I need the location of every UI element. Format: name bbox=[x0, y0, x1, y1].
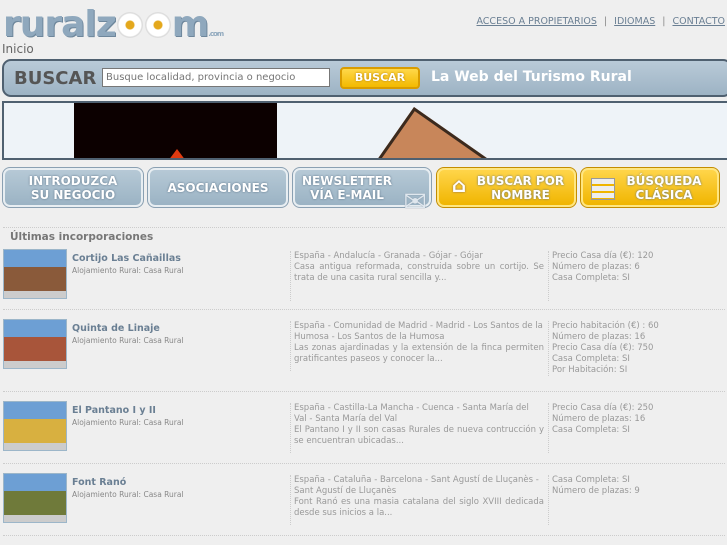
link-idiomas[interactable]: IDIOMAS bbox=[614, 16, 655, 27]
listing-detail: Número de plazas: 16 bbox=[552, 414, 646, 424]
listing-summary: Font Ranó es una masia catalana del sigl… bbox=[294, 497, 544, 518]
listing-description: España - Cataluña - Barcelona - Sant Agu… bbox=[290, 475, 544, 525]
list-icon bbox=[591, 178, 615, 200]
top-links: ACCESO A PROPIETARIOS | IDIOMAS | CONTACTO bbox=[476, 16, 725, 27]
asociaciones-button[interactable]: ASOCIACIONES bbox=[147, 167, 289, 208]
listing-title[interactable]: Cortijo Las Cañaillas bbox=[72, 253, 181, 264]
divider bbox=[3, 227, 725, 228]
daisy-icon bbox=[116, 12, 143, 38]
listing-details: Precio habitación (€) : 60 Número de plaz… bbox=[548, 321, 659, 376]
daisy-icon bbox=[144, 12, 171, 38]
listing-summary: Las zonas ajardinadas y la extensión de … bbox=[294, 343, 544, 364]
listing-type: Alojamiento Rural: Casa Rural bbox=[72, 336, 184, 345]
divider bbox=[3, 391, 725, 392]
listing-thumbnail[interactable] bbox=[3, 473, 67, 523]
button-label: ASOCIACIONES bbox=[167, 180, 269, 195]
listing-row: El Pantano I y II Alojamiento Rural: Cas… bbox=[0, 401, 727, 471]
divider bbox=[3, 309, 725, 310]
introduzca-negocio-button[interactable]: INTRODUZCA SU NEGOCIO bbox=[2, 167, 144, 208]
listing-location: España - Castilla-La Mancha - Cuenca - S… bbox=[294, 403, 529, 424]
listing-detail: Número de plazas: 9 bbox=[552, 486, 640, 496]
listing-description: España - Comunidad de Madrid - Madrid - … bbox=[290, 321, 544, 371]
link-acceso-propietarios[interactable]: ACCESO A PROPIETARIOS bbox=[476, 16, 596, 27]
listing-summary: El Pantano I y II son casas Rurales de n… bbox=[294, 425, 544, 446]
listing-thumbnail[interactable] bbox=[3, 319, 67, 369]
listing-location: España - Andalucía - Granada - Gójar - G… bbox=[294, 251, 483, 261]
play-arrow-icon bbox=[168, 149, 186, 158]
listing-thumbnail[interactable] bbox=[3, 401, 67, 451]
button-label: NEWSLETTER VÍA E-MAIL bbox=[301, 173, 393, 202]
button-label: BÚSQUEDA CLÁSICA bbox=[626, 173, 702, 202]
listing-detail: Número de plazas: 6 bbox=[552, 262, 640, 272]
search-input[interactable] bbox=[102, 68, 330, 87]
listing-title[interactable]: Quinta de Linaje bbox=[72, 323, 160, 334]
listing-summary: Casa antigua reformada, construida sobre… bbox=[294, 262, 544, 283]
listing-detail: Precio Casa día (€): 120 bbox=[552, 251, 654, 261]
house-illustration bbox=[345, 107, 578, 158]
slogan: La Web del Turismo Rural bbox=[431, 69, 632, 85]
divider bbox=[3, 463, 725, 464]
button-label: INTRODUZCA SU NEGOCIO bbox=[28, 173, 118, 202]
banner-image bbox=[2, 101, 727, 160]
listing-title[interactable]: El Pantano I y II bbox=[72, 405, 156, 416]
listing-description: España - Castilla-La Mancha - Cuenca - S… bbox=[290, 403, 544, 453]
listing-type: Alojamiento Rural: Casa Rural bbox=[72, 418, 184, 427]
house-icon: ⌂ bbox=[451, 173, 467, 197]
listing-detail: Precio Casa día (€): 250 bbox=[552, 403, 654, 413]
listing-detail: Casa Completa: SI bbox=[552, 354, 630, 364]
listing-details: Precio Casa día (€): 120 Número de plazas… bbox=[548, 251, 653, 301]
divider bbox=[3, 535, 725, 536]
search-label: BUSCAR bbox=[14, 68, 97, 89]
breadcrumb[interactable]: Inicio bbox=[2, 42, 34, 56]
listing-location: España - Cataluña - Barcelona - Sant Agu… bbox=[294, 475, 539, 496]
button-label: BUSCAR POR NOMBRE bbox=[476, 173, 565, 202]
listing-row: Font Ranó Alojamiento Rural: Casa Rural … bbox=[0, 473, 727, 543]
listing-details: Precio Casa día (€): 250 Número de plazas… bbox=[548, 403, 653, 453]
listing-type: Alojamiento Rural: Casa Rural bbox=[72, 266, 184, 275]
listing-detail: Precio Casa día (€): 750 bbox=[552, 343, 654, 353]
listing-detail: Número de plazas: 16 bbox=[552, 332, 646, 342]
listing-detail: Casa Completa: SI bbox=[552, 425, 630, 435]
listing-detail: Casa Completa: SI bbox=[552, 475, 630, 485]
envelope-icon: ✉ bbox=[403, 185, 427, 218]
listing-title[interactable]: Font Ranó bbox=[72, 477, 126, 488]
listing-row: Quinta de Linaje Alojamiento Rural: Casa… bbox=[0, 319, 727, 389]
listing-detail: Casa Completa: SI bbox=[552, 273, 630, 283]
section-title: Últimas incorporaciones bbox=[10, 231, 154, 243]
listing-details: Casa Completa: SI Número de plazas: 9 bbox=[548, 475, 640, 525]
search-bar: BUSCAR BUSCAR La Web del Turismo Rural bbox=[2, 59, 727, 97]
listing-type: Alojamiento Rural: Casa Rural bbox=[72, 490, 184, 499]
listing-detail: Por Habitación: SI bbox=[552, 365, 628, 375]
listing-description: España - Andalucía - Granada - Gójar - G… bbox=[290, 251, 544, 301]
busqueda-clasica-button[interactable]: BÚSQUEDA CLÁSICA bbox=[580, 167, 720, 208]
listing-location: España - Comunidad de Madrid - Madrid - … bbox=[294, 321, 543, 342]
search-button[interactable]: BUSCAR bbox=[340, 67, 420, 89]
newsletter-button[interactable]: NEWSLETTER VÍA E-MAIL ✉ bbox=[292, 167, 432, 218]
logo[interactable]: ruralz m.com bbox=[3, 4, 224, 45]
buscar-por-nombre-button[interactable]: ⌂ BUSCAR POR NOMBRE bbox=[436, 167, 577, 208]
logo-suffix: .com bbox=[208, 30, 224, 38]
link-contacto[interactable]: CONTACTO bbox=[672, 16, 725, 27]
listing-thumbnail[interactable] bbox=[3, 249, 67, 299]
listing-detail: Precio habitación (€) : 60 bbox=[552, 321, 659, 331]
